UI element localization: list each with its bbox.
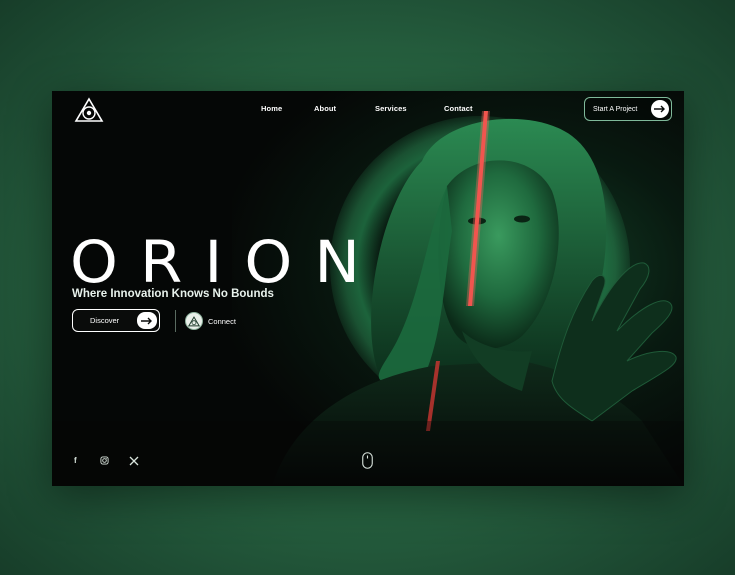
discover-label: Discover	[90, 316, 120, 325]
discover-button[interactable]: Discover	[72, 309, 160, 332]
arrow-right-icon	[137, 312, 157, 329]
facebook-icon[interactable]: f	[74, 456, 77, 465]
nav-home[interactable]: Home	[261, 104, 282, 113]
start-project-button[interactable]: Start A Project	[584, 97, 672, 121]
hero-title: ORION	[70, 228, 382, 296]
arrow-right-icon	[651, 100, 669, 118]
mouse-icon[interactable]	[362, 452, 373, 469]
nav-about[interactable]: About	[314, 104, 336, 113]
nav-contact[interactable]: Contact	[444, 104, 473, 113]
connect-label: Connect	[208, 316, 236, 326]
start-project-label: Start A Project	[593, 105, 638, 113]
x-icon[interactable]	[129, 456, 139, 466]
instagram-icon[interactable]	[100, 456, 109, 465]
triangle-emblem-icon	[185, 312, 203, 330]
divider	[175, 310, 176, 332]
hero-subtitle: Where Innovation Knows No Bounds	[72, 288, 274, 300]
connect-button[interactable]: Connect	[185, 311, 236, 331]
nav-services[interactable]: Services	[375, 104, 407, 113]
hero-frame: Home About Services Contact Start A Proj…	[52, 91, 684, 486]
